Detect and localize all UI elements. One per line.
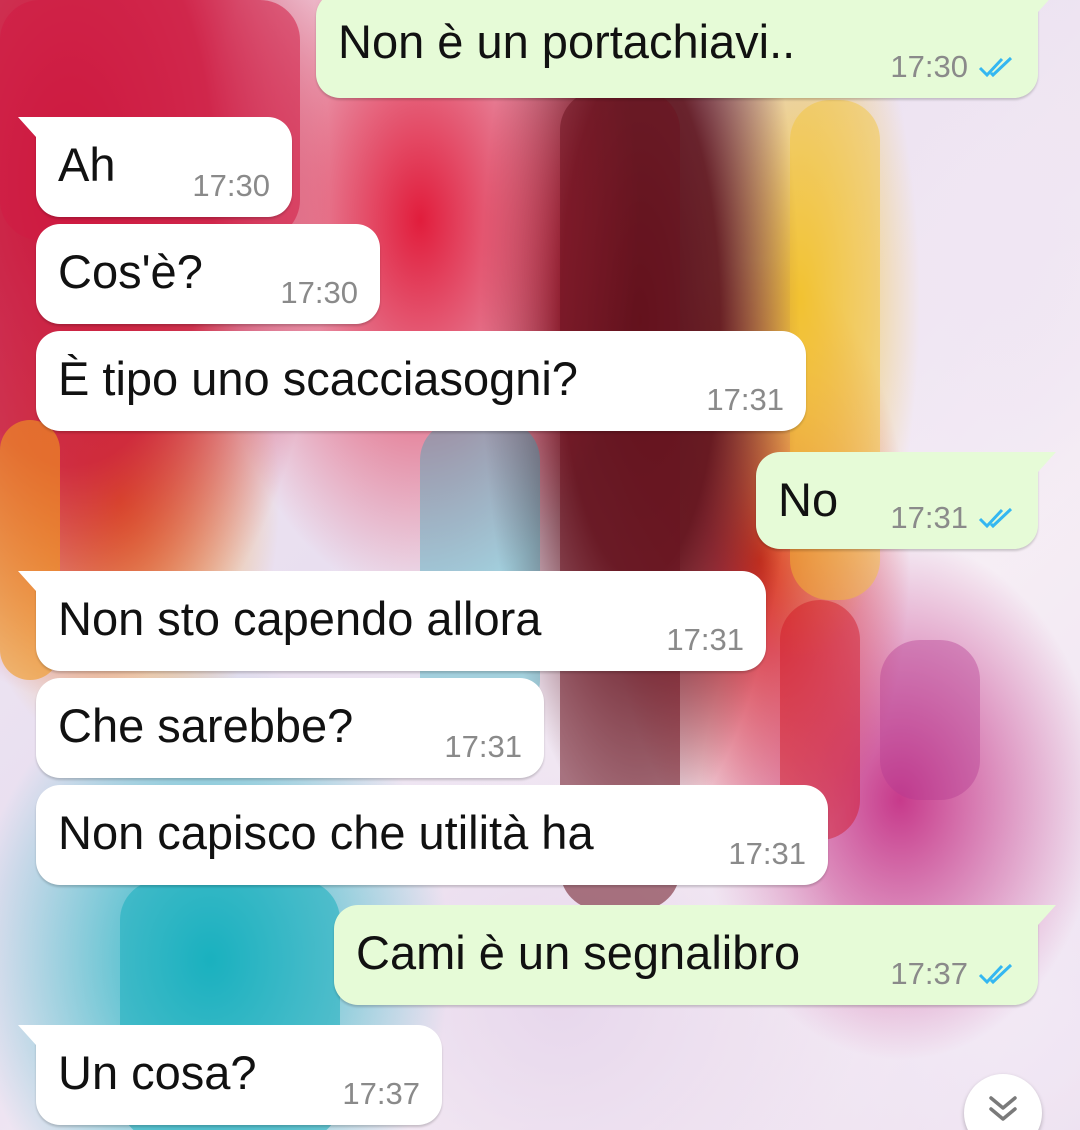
- message-time: 17:31: [666, 622, 744, 657]
- message-text: Non sto capendo allora: [58, 592, 542, 645]
- message-bubble-incoming[interactable]: È tipo uno scacciasogni? 17:31: [36, 331, 806, 431]
- message-time: 17:37: [342, 1076, 420, 1111]
- message-meta: 17:30: [280, 277, 358, 308]
- message-time: 17:31: [444, 729, 522, 764]
- message-meta: 17:30: [192, 170, 270, 201]
- message-bubble-outgoing[interactable]: No 17:31: [756, 452, 1056, 549]
- message-meta: 17:37: [890, 958, 1016, 989]
- bubble-tail: [18, 1025, 36, 1045]
- message-bubble-incoming[interactable]: Non sto capendo allora 17:31: [18, 571, 766, 671]
- message-time: 17:30: [890, 49, 968, 84]
- message-time: 17:37: [890, 956, 968, 991]
- message-bubble-outgoing[interactable]: Non è un portachiavi.. 17:30: [316, 0, 1056, 98]
- message-time: 17:31: [728, 836, 806, 871]
- message-text: Non è un portachiavi..: [338, 15, 796, 68]
- scroll-to-bottom-button[interactable]: [964, 1074, 1042, 1130]
- chat-area[interactable]: Non è un portachiavi.. 17:30 Ah 17:30 Co…: [0, 0, 1080, 1130]
- message-meta: 17:31: [728, 838, 806, 869]
- message-meta: 17:30: [890, 51, 1016, 82]
- message-time: 17:30: [192, 168, 270, 203]
- message-text: Cos'è?: [58, 245, 203, 298]
- message-text: Non capisco che utilità ha: [58, 806, 594, 859]
- double-check-icon: [978, 962, 1016, 986]
- message-bubble-incoming[interactable]: Che sarebbe? 17:31: [36, 678, 544, 778]
- message-text: Ah: [58, 138, 116, 191]
- message-text: No: [778, 473, 839, 526]
- message-meta: 17:31: [444, 731, 522, 762]
- message-bubble-incoming[interactable]: Un cosa? 17:37: [18, 1025, 442, 1125]
- message-text: Un cosa?: [58, 1046, 257, 1099]
- message-meta: 17:37: [342, 1078, 420, 1109]
- message-time: 17:31: [890, 500, 968, 535]
- message-meta: 17:31: [890, 502, 1016, 533]
- bubble-tail: [18, 117, 36, 137]
- message-meta: 17:31: [706, 384, 784, 415]
- message-meta: 17:31: [666, 624, 744, 655]
- wallpaper-streak: [420, 420, 540, 720]
- bubble-tail: [18, 571, 36, 591]
- double-check-icon: [978, 55, 1016, 79]
- message-text: Che sarebbe?: [58, 699, 354, 752]
- message-bubble-incoming[interactable]: Ah 17:30: [18, 117, 292, 217]
- bubble-tail: [1038, 905, 1056, 925]
- message-text: È tipo uno scacciasogni?: [58, 352, 578, 405]
- message-bubble-outgoing[interactable]: Cami è un segnalibro 17:37: [334, 905, 1056, 1005]
- message-bubble-incoming[interactable]: Non capisco che utilità ha 17:31: [36, 785, 828, 885]
- bubble-tail: [1038, 0, 1056, 12]
- wallpaper-streak: [880, 640, 980, 800]
- message-time: 17:30: [280, 275, 358, 310]
- message-text: Cami è un segnalibro: [356, 926, 801, 979]
- double-check-icon: [978, 506, 1016, 530]
- message-time: 17:31: [706, 382, 784, 417]
- chevron-double-down-icon: [986, 1094, 1020, 1129]
- message-bubble-incoming[interactable]: Cos'è? 17:30: [36, 224, 380, 324]
- bubble-tail: [1038, 452, 1056, 472]
